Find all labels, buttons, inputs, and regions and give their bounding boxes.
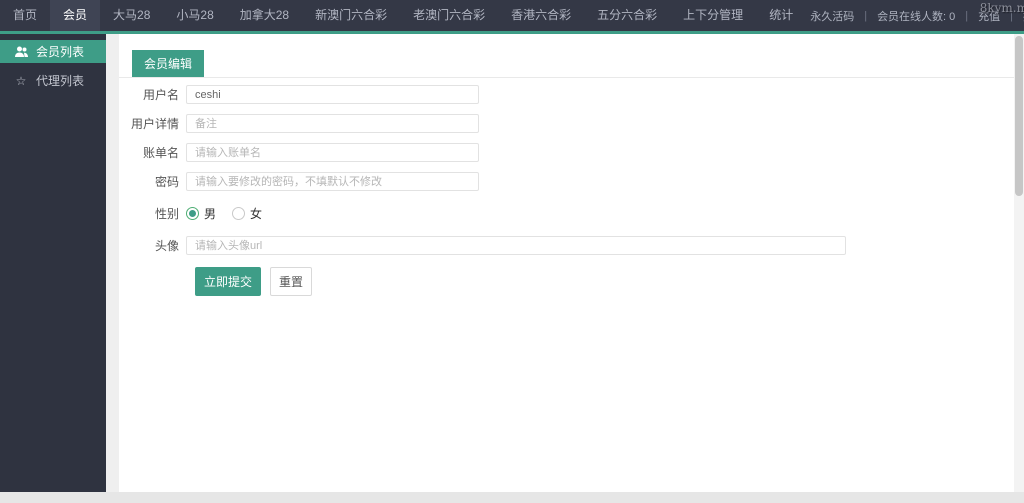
- radio-icon: [186, 207, 199, 220]
- tab-bar: 会员编辑: [119, 34, 1014, 78]
- bill-name-input[interactable]: [186, 143, 479, 162]
- sidebar-item-member-list[interactable]: 会员列表: [0, 40, 106, 63]
- nav-item-dama28[interactable]: 大马28: [100, 0, 163, 31]
- nav-item-updown-manage[interactable]: 上下分管理: [670, 0, 756, 31]
- nav-item-old-macau[interactable]: 老澳门六合彩: [400, 0, 498, 31]
- avatar-input[interactable]: [186, 236, 846, 255]
- online-count: 会员在线人数: 0: [877, 10, 956, 23]
- accent-divider: [0, 31, 1024, 34]
- separator: |: [965, 9, 969, 22]
- nav-item-home[interactable]: 首页: [0, 0, 50, 31]
- top-navbar: 首页 会员 大马28 小马28 加拿大28 新澳门六合彩 老澳门六合彩 香港六合…: [0, 0, 1024, 31]
- submit-button[interactable]: 立即提交: [195, 267, 262, 296]
- footer-strip: [0, 492, 1024, 503]
- form-row-password: 密码: [119, 172, 1014, 191]
- username-input[interactable]: [186, 85, 479, 104]
- password-label: 密码: [154, 175, 179, 189]
- username-label: 用户名: [142, 88, 179, 102]
- sidebar: 会员列表 ☆ 代理列表: [0, 34, 106, 492]
- scrollbar-thumb[interactable]: [1015, 36, 1023, 196]
- gender-radio-group: 男 女: [186, 205, 262, 222]
- separator: |: [1010, 9, 1014, 22]
- gender-female-label: 女: [250, 207, 263, 221]
- nav-item-wufen[interactable]: 五分六合彩: [584, 0, 670, 31]
- sidebar-item-agent-list[interactable]: ☆ 代理列表: [0, 69, 106, 92]
- withdraw-link[interactable]: 提现: [1019, 8, 1024, 24]
- bill-name-label: 账单名: [142, 146, 179, 160]
- nav-item-hongkong[interactable]: 香港六合彩: [498, 0, 584, 31]
- form-actions: 立即提交 重置: [119, 267, 1014, 296]
- nav-item-canada28[interactable]: 加拿大28: [227, 0, 302, 31]
- separator: |: [864, 9, 868, 22]
- star-icon: ☆: [15, 73, 27, 88]
- nav-item-new-macau[interactable]: 新澳门六合彩: [302, 0, 400, 31]
- main-content: 会员编辑 用户名 用户详情 账单名 密码 性别: [106, 34, 1024, 492]
- gender-male-label: 男: [204, 207, 217, 221]
- detail-input[interactable]: [186, 114, 479, 133]
- sidebar-item-label: 会员列表: [36, 45, 85, 59]
- nav-item-stats[interactable]: 统计: [756, 0, 806, 31]
- vertical-scrollbar[interactable]: [1014, 34, 1024, 492]
- form-row-bill-name: 账单名: [119, 143, 1014, 162]
- radio-icon: [232, 207, 246, 220]
- top-nav-right: 永久活码 | 会员在线人数: 0 | 充值 | 提现 | admin | 更新缓…: [806, 0, 1024, 31]
- sidebar-item-label: 代理列表: [36, 74, 85, 88]
- form-row-avatar: 头像: [119, 236, 1014, 255]
- nav-item-members[interactable]: 会员: [50, 0, 101, 31]
- gender-radio-male[interactable]: 男: [186, 205, 216, 222]
- password-input[interactable]: [186, 172, 479, 191]
- form-row-username: 用户名: [119, 85, 1014, 104]
- tab-member-edit[interactable]: 会员编辑: [132, 50, 205, 77]
- gender-label: 性别: [154, 207, 179, 221]
- nav-item-xiaoma28[interactable]: 小马28: [163, 0, 226, 31]
- gender-radio-female[interactable]: 女: [232, 205, 262, 222]
- content-panel: 会员编辑 用户名 用户详情 账单名 密码 性别: [119, 34, 1014, 492]
- avatar-label: 头像: [154, 239, 179, 253]
- form-row-detail: 用户详情: [119, 114, 1014, 133]
- reset-button[interactable]: 重置: [270, 267, 313, 296]
- permanent-code-link[interactable]: 永久活码: [806, 8, 858, 24]
- detail-label: 用户详情: [130, 117, 179, 131]
- recharge-link[interactable]: 充值: [974, 8, 1004, 24]
- top-nav-menu: 首页 会员 大马28 小马28 加拿大28 新澳门六合彩 老澳门六合彩 香港六合…: [0, 0, 806, 31]
- users-icon: [14, 46, 28, 57]
- form-row-gender: 性别 男 女: [119, 204, 1014, 223]
- member-edit-form: 用户名 用户详情 账单名 密码 性别 男: [119, 78, 1014, 296]
